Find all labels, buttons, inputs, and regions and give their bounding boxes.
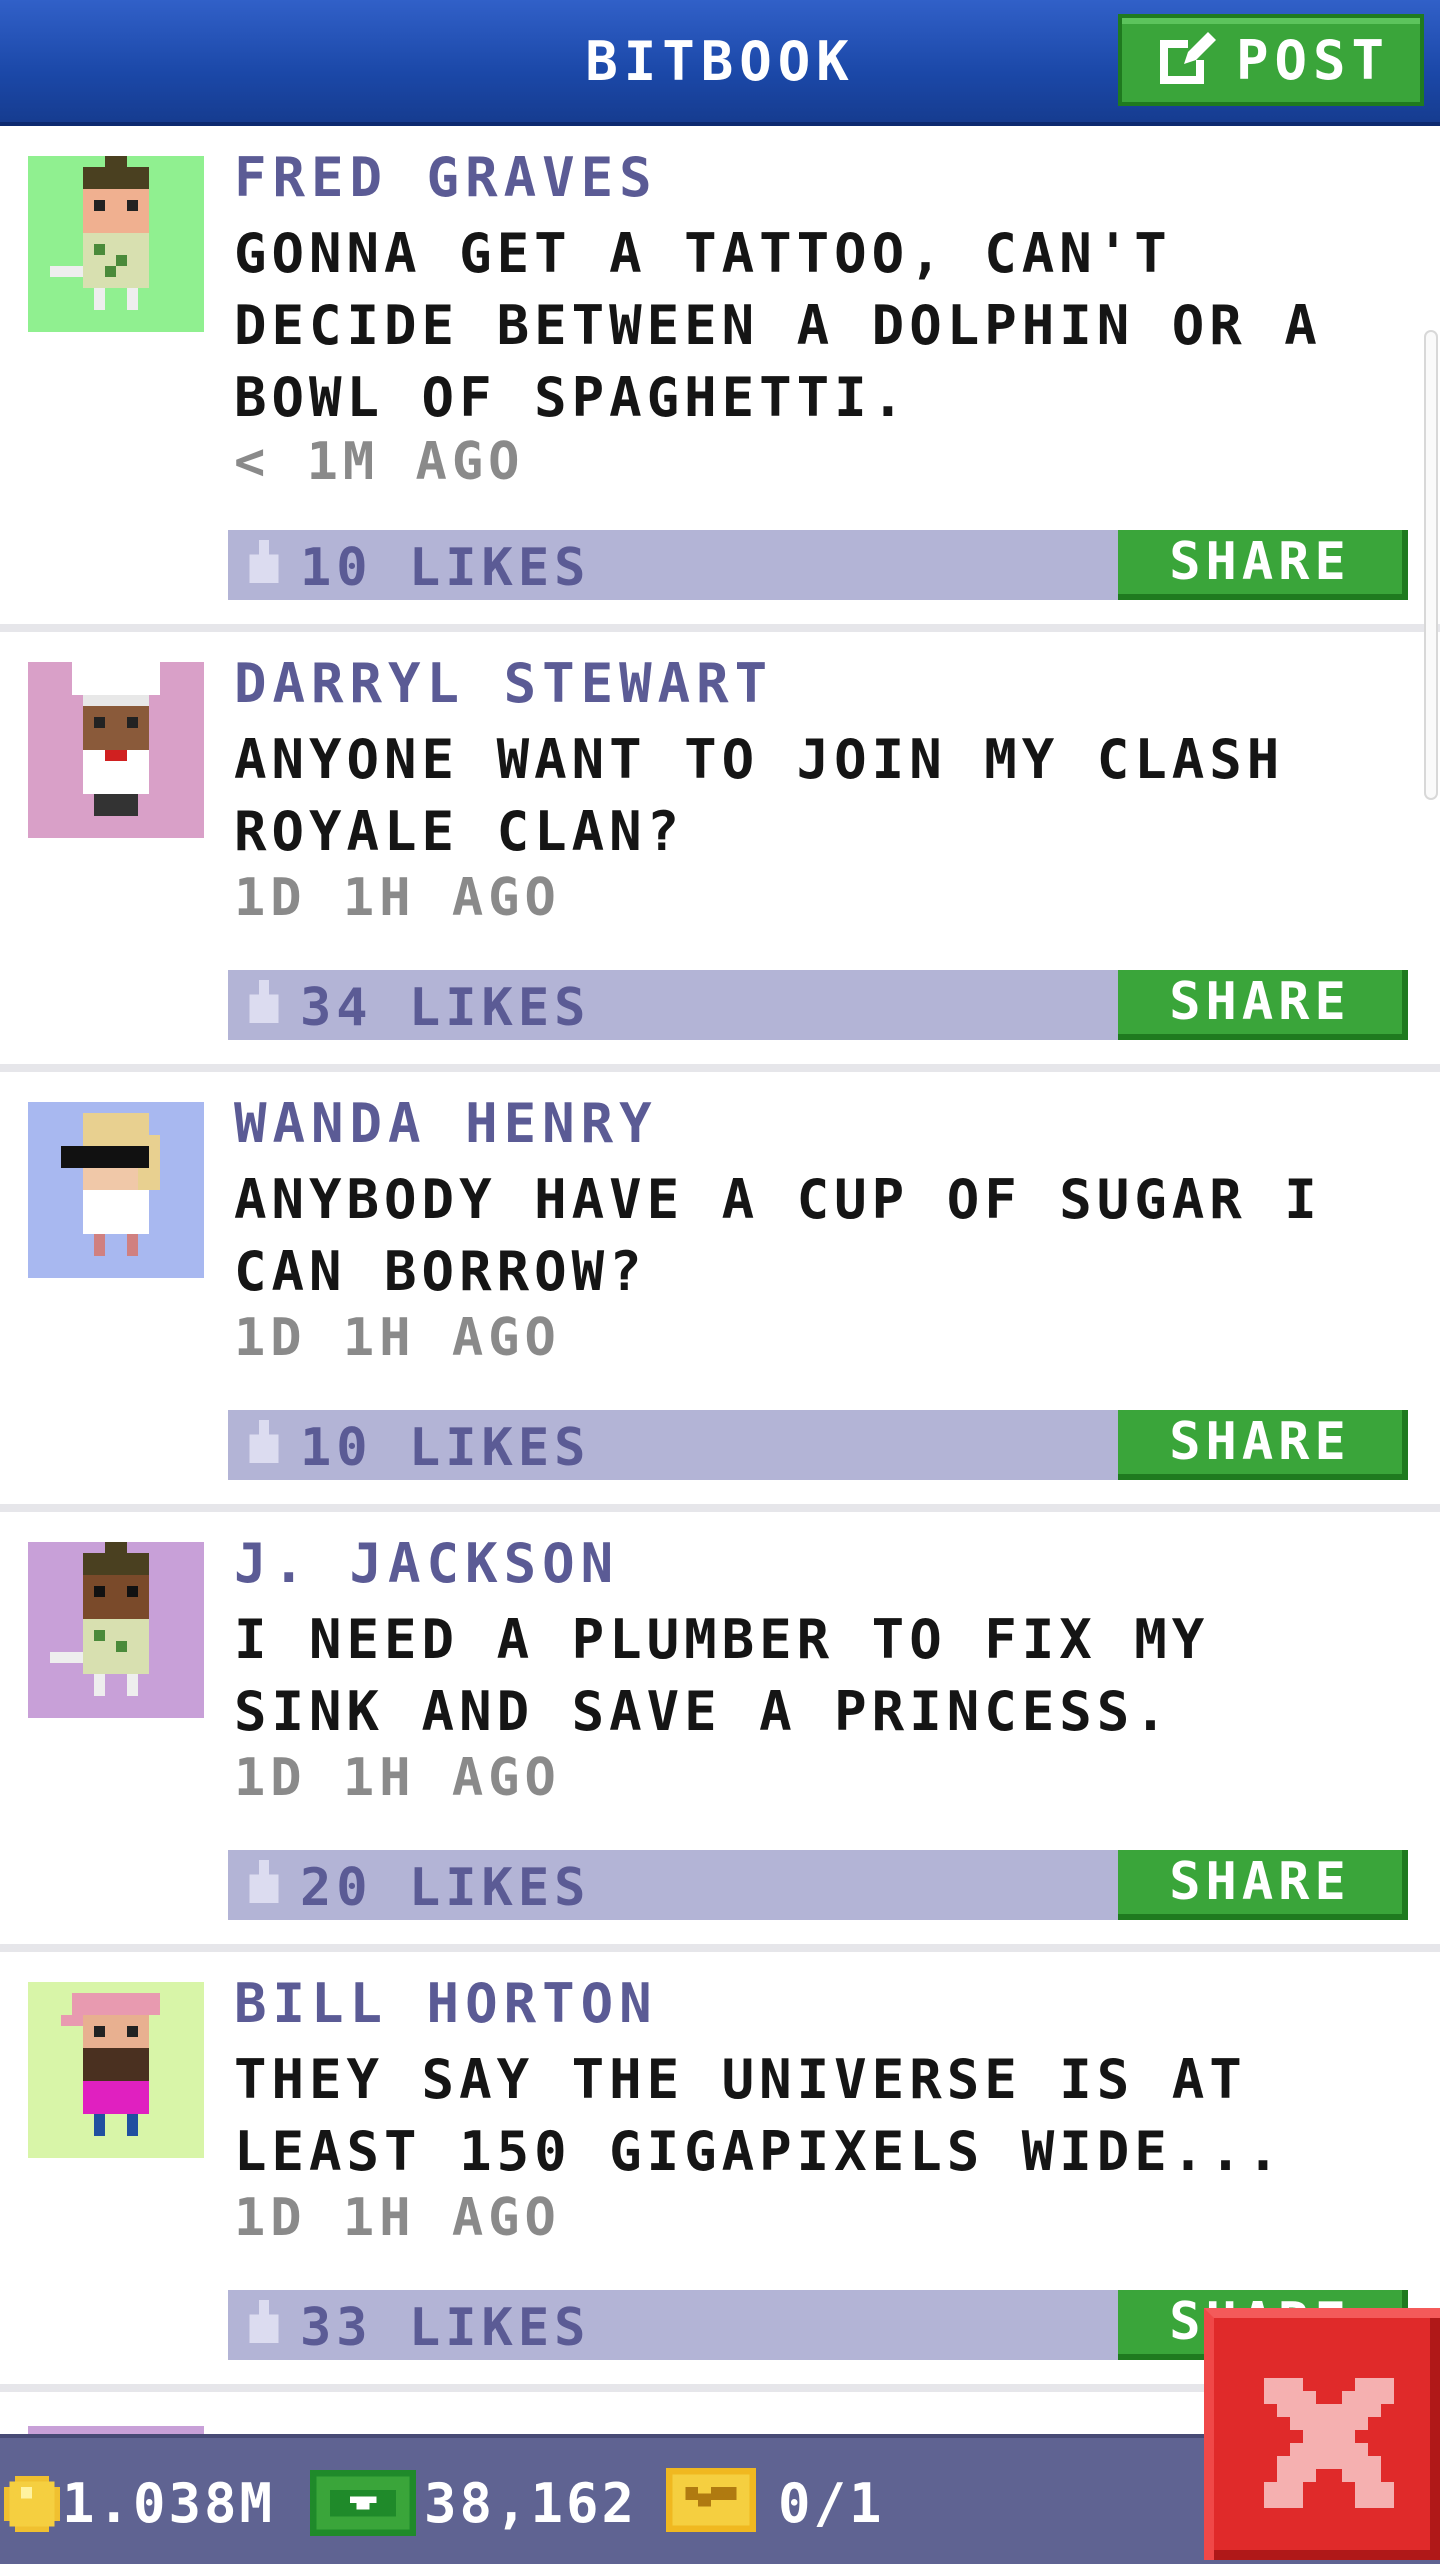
post-text: I NEED A PLUMBER TO FIX MY SINK AND SAVE… (234, 1608, 1210, 1743)
likes-count: 20 LIKES (300, 1858, 591, 1918)
close-icon (1264, 2378, 1394, 2508)
likes-count: 10 LIKES (300, 1418, 591, 1478)
post-text: ANYONE WANT TO JOIN MY CLASH ROYALE CLAN… (234, 728, 1285, 863)
like-bar[interactable]: 34 LIKES SHARE (228, 970, 1408, 1040)
thumbs-up-icon (249, 980, 279, 1024)
post-time: 1D 1H AGO (234, 868, 561, 928)
avatar (28, 1982, 204, 2158)
thumbs-up-icon (249, 1420, 279, 1464)
post-text: THEY SAY THE UNIVERSE IS AT LEAST 150 GI… (234, 2048, 1285, 2183)
edit-icon (1159, 32, 1216, 84)
avatar (28, 1542, 204, 1718)
share-button[interactable]: SHARE (1118, 970, 1408, 1040)
scrollbar[interactable] (1424, 330, 1438, 800)
like-bar[interactable]: 20 LIKES SHARE (228, 1850, 1408, 1920)
avatar (28, 662, 204, 838)
thumbs-up-icon (249, 540, 279, 584)
share-button[interactable]: SHARE (1118, 1850, 1408, 1920)
post-time: 1D 1H AGO (234, 2188, 561, 2248)
thumbs-up-icon (249, 2300, 279, 2344)
app-header: BITBOOK POST (0, 0, 1440, 126)
share-button[interactable]: SHARE (1118, 1410, 1408, 1480)
post-card: FRED GRAVES GONNA GET A TATTOO, CAN'T DE… (0, 126, 1440, 632)
post-button-label: POST (1235, 28, 1391, 92)
post-text: GONNA GET A TATTOO, CAN'T DECIDE BETWEEN… (234, 222, 1322, 429)
avatar (28, 1102, 204, 1278)
post-button[interactable]: POST (1118, 14, 1424, 106)
poster-name: WANDA HENRY (234, 1092, 658, 1155)
post-card: DARRYL STEWART ANYONE WANT TO JOIN MY CL… (0, 632, 1440, 1072)
poster-name: J. JACKSON (234, 1532, 620, 1595)
coins-count: 1.038M (62, 2472, 276, 2535)
thumbs-up-icon (249, 1860, 279, 1904)
poster-name: BILL HORTON (234, 1972, 658, 2035)
bux-count: 38,162 (424, 2472, 638, 2535)
likes-count: 33 LIKES (300, 2298, 591, 2358)
likes-count: 10 LIKES (300, 538, 591, 598)
post-time: 1D 1H AGO (234, 1308, 561, 1368)
post-text: ANYBODY HAVE A CUP OF SUGAR I CAN BORROW… (234, 1168, 1322, 1303)
coin-icon (4, 2476, 60, 2532)
likes-count: 34 LIKES (300, 978, 591, 1038)
post-card: WANDA HENRY ANYBODY HAVE A CUP OF SUGAR … (0, 1072, 1440, 1512)
vip-ticket-icon (666, 2468, 756, 2532)
avatar (28, 156, 204, 332)
poster-name: FRED GRAVES (234, 146, 658, 209)
like-bar[interactable]: 10 LIKES SHARE (228, 530, 1408, 600)
bux-icon (310, 2469, 416, 2537)
post-time: < 1M AGO (234, 432, 525, 492)
vip-count: 0/1 (778, 2472, 885, 2535)
like-bar[interactable]: 10 LIKES SHARE (228, 1410, 1408, 1480)
poster-name: DARRYL STEWART (234, 652, 774, 715)
post-time: 1D 1H AGO (234, 1748, 561, 1808)
share-button[interactable]: SHARE (1118, 530, 1408, 600)
close-button[interactable] (1204, 2308, 1440, 2560)
post-card: J. JACKSON I NEED A PLUMBER TO FIX MY SI… (0, 1512, 1440, 1952)
